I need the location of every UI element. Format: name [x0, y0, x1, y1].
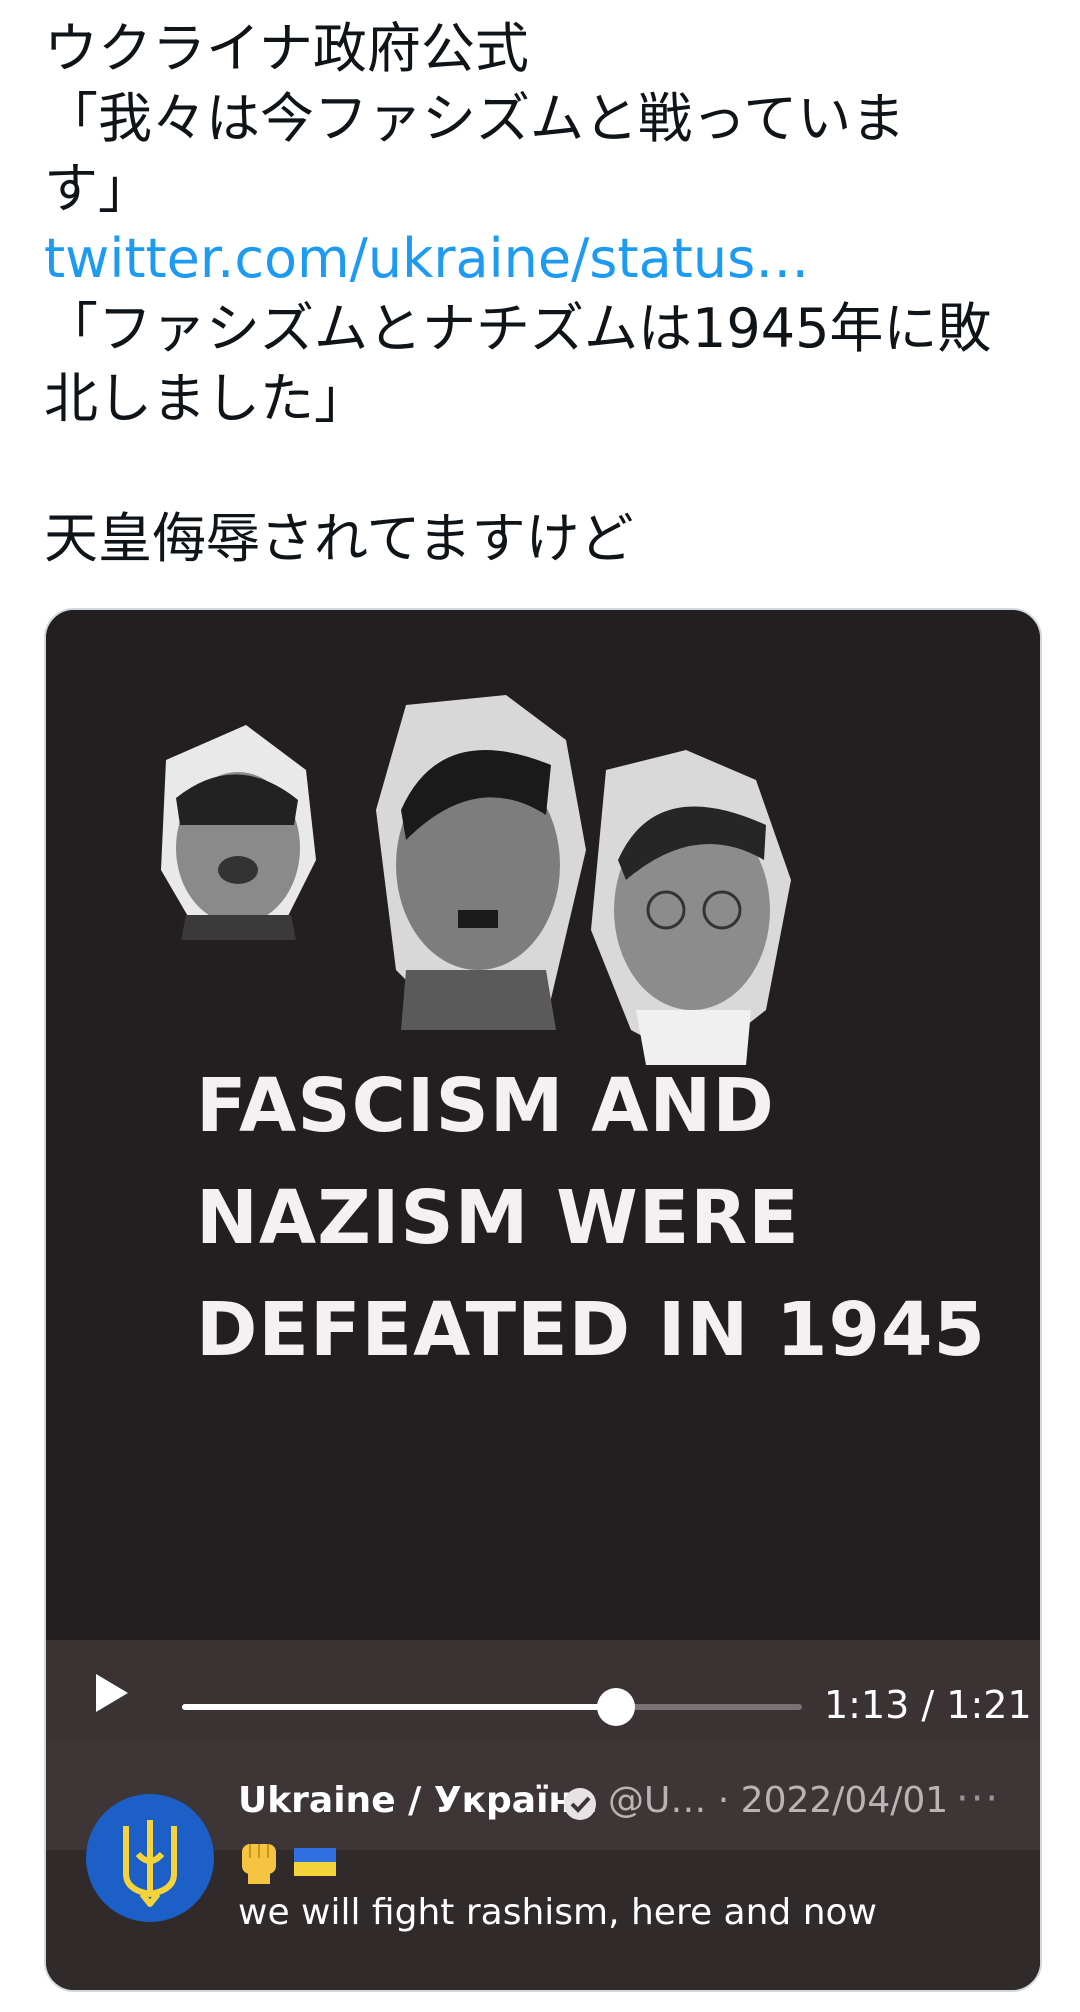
video-headline: FASCISM AND NAZISM WERE DEFEATED IN 1945	[196, 1050, 987, 1386]
emoji-row	[238, 1836, 348, 1886]
seek-progress	[182, 1704, 616, 1710]
seek-bar[interactable]	[182, 1688, 802, 1726]
headline-line: DEFEATED IN 1945	[196, 1287, 987, 1373]
status-link[interactable]: twitter.com/ukraine/status…	[44, 224, 1044, 294]
embedded-author-name[interactable]: Ukraine / Україна	[238, 1776, 598, 1826]
seek-thumb[interactable]	[597, 1688, 635, 1726]
portrait-right	[591, 750, 791, 1065]
time-display: 1:13 / 1:21	[824, 1683, 1032, 1727]
embedded-tweet[interactable]: Ukraine / Україна @U… · 2022/04/01 ··· w…	[46, 1740, 1040, 1990]
embedded-handle-date[interactable]: @U… · 2022/04/01	[608, 1776, 948, 1826]
tweet-text: ウクライナ政府公式 「我々は今ファシズムと戦っていま す」 twitter.co…	[44, 14, 1044, 574]
ukraine-flag-icon	[294, 1848, 336, 1876]
tweet-line: 天皇侮辱されてますけど	[44, 507, 634, 570]
headline-line: FASCISM AND	[196, 1063, 775, 1149]
tweet-line: ウクライナ政府公式	[44, 17, 529, 80]
avatar[interactable]	[86, 1794, 214, 1922]
embedded-video-card[interactable]: FASCISM AND NAZISM WERE DEFEATED IN 1945…	[44, 608, 1042, 1992]
tweet-line: 北しました」	[44, 367, 368, 430]
headline-line: NAZISM WERE	[196, 1175, 800, 1261]
play-icon[interactable]	[86, 1668, 136, 1718]
tweet-line: す」	[44, 157, 152, 220]
video-controls: 1:13 / 1:21	[46, 1640, 1040, 1740]
more-icon[interactable]: ···	[956, 1779, 1000, 1819]
video-frame[interactable]: FASCISM AND NAZISM WERE DEFEATED IN 1945	[46, 610, 1040, 1640]
embedded-tweet-text: we will fight rashism, here and now	[238, 1892, 877, 1933]
portrait-center	[376, 695, 586, 1030]
tweet-line: 「ファシズムとナチズムは1945年に敗	[44, 297, 992, 360]
emoji-icons	[242, 1844, 336, 1884]
trident-icon	[123, 1820, 177, 1907]
portrait-left	[161, 725, 316, 940]
verified-badge-icon	[564, 1788, 596, 1820]
raised-fist-icon	[242, 1844, 276, 1884]
tweet-line: 「我々は今ファシズムと戦っていま	[44, 87, 906, 150]
